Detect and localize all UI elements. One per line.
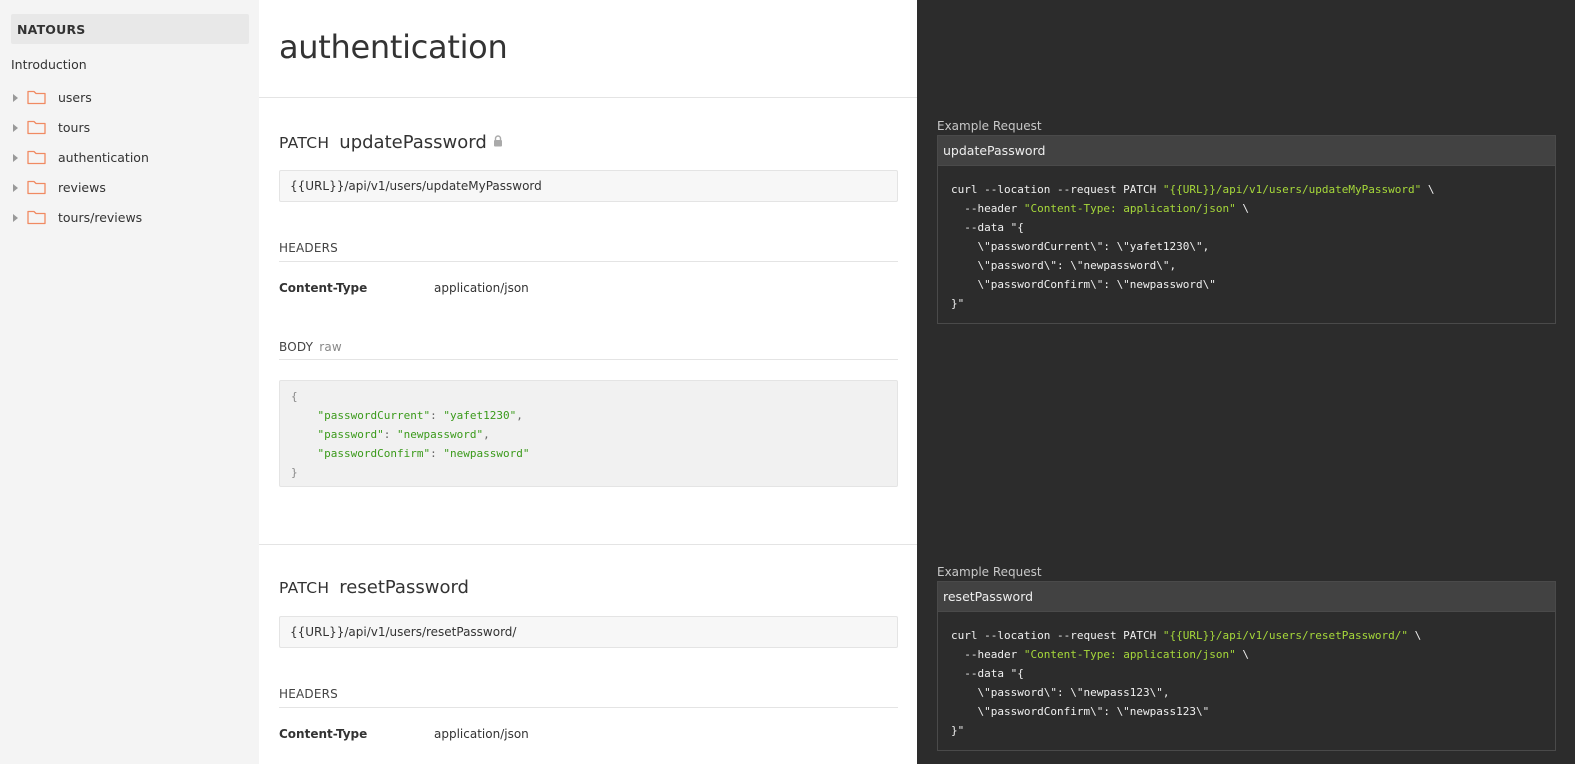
json-separator: : xyxy=(430,447,444,460)
sidebar-folder-label: tours/reviews xyxy=(58,210,143,225)
json-separator: : xyxy=(430,409,444,422)
page-title: authentication xyxy=(279,28,508,66)
code-text: --header xyxy=(951,202,1024,215)
sidebar: NATOURS Introduction users tours authent… xyxy=(0,0,259,764)
caret-right-icon[interactable] xyxy=(13,94,18,102)
json-separator: : xyxy=(383,428,397,441)
sidebar-folder-users[interactable]: users xyxy=(11,88,249,110)
example-code[interactable]: curl --location --request PATCH "{{URL}}… xyxy=(938,612,1555,750)
example-label: Example Request xyxy=(937,565,1042,579)
request-name: resetPassword xyxy=(339,577,469,598)
sidebar-folder-reviews[interactable]: reviews xyxy=(11,178,249,200)
folder-icon xyxy=(27,180,46,195)
code-string: "{{URL}}/api/v1/users/resetPassword/" xyxy=(1162,629,1408,642)
json-brace-open: { xyxy=(291,390,298,403)
sidebar-folder-label: reviews xyxy=(58,180,106,195)
folder-icon xyxy=(27,90,46,105)
json-key: "passwordConfirm" xyxy=(317,447,431,460)
body-label-text: BODY xyxy=(279,340,314,354)
code-text: \ xyxy=(1407,629,1422,642)
body-mode: raw xyxy=(319,340,342,354)
lock-icon xyxy=(493,131,503,147)
folder-icon xyxy=(27,210,46,225)
documentation-main: authentication PATCH updatePassword {{URL… xyxy=(259,0,917,764)
example-name[interactable]: resetPassword xyxy=(938,582,1555,612)
sidebar-item-introduction[interactable]: Introduction xyxy=(11,57,87,72)
code-text: \ xyxy=(1235,202,1250,215)
json-value: "yafet1230" xyxy=(443,409,517,422)
request-title: PATCH resetPassword xyxy=(279,577,469,598)
divider xyxy=(259,97,917,98)
code-string: "Content-Type: application/json" xyxy=(1023,648,1236,661)
sidebar-folder-label: tours xyxy=(58,120,91,135)
code-line: }" xyxy=(951,724,965,737)
code-text: curl --location --request PATCH xyxy=(951,183,1163,196)
divider xyxy=(279,359,898,360)
request-method: PATCH xyxy=(279,579,330,597)
sidebar-folder-label: authentication xyxy=(58,150,149,165)
folder-icon xyxy=(27,120,46,135)
caret-right-icon[interactable] xyxy=(13,124,18,132)
code-string: "{{URL}}/api/v1/users/updateMyPassword" xyxy=(1162,183,1422,196)
code-text: curl --location --request PATCH xyxy=(951,629,1163,642)
sidebar-folder-tours[interactable]: tours xyxy=(11,118,249,140)
json-punct: , xyxy=(483,428,490,441)
json-punct: , xyxy=(516,409,523,422)
header-value: application/json xyxy=(434,727,529,741)
json-line: "passwordCurrent": "yafet1230", xyxy=(291,406,897,425)
code-line: --header "Content-Type: application/json… xyxy=(951,645,1555,664)
header-key: Content-Type xyxy=(279,727,368,741)
json-value: "newpassword" xyxy=(396,428,484,441)
example-name[interactable]: updatePassword xyxy=(938,136,1555,166)
headers-label: HEADERS xyxy=(279,687,338,701)
code-line: \"passwordConfirm\": \"newpass123\" xyxy=(951,705,1210,718)
example-code[interactable]: curl --location --request PATCH "{{URL}}… xyxy=(938,166,1555,323)
sidebar-folder-authentication[interactable]: authentication xyxy=(11,148,249,170)
code-line: \"password\": \"newpassword\", xyxy=(951,259,1177,272)
json-line: "passwordConfirm": "newpassword" xyxy=(291,444,897,463)
divider xyxy=(279,261,898,262)
divider xyxy=(279,707,898,708)
code-text: \ xyxy=(1235,648,1250,661)
caret-right-icon[interactable] xyxy=(13,154,18,162)
request-name: updatePassword xyxy=(339,132,487,153)
body-label: BODY raw xyxy=(279,340,342,354)
divider xyxy=(259,544,917,545)
json-brace-close: } xyxy=(291,466,298,479)
json-line: "password": "newpassword", xyxy=(291,425,897,444)
code-line: \"passwordCurrent\": \"yafet1230\", xyxy=(951,240,1210,253)
caret-right-icon[interactable] xyxy=(13,184,18,192)
json-key: "passwordCurrent" xyxy=(317,409,431,422)
request-title: PATCH updatePassword xyxy=(279,131,503,153)
folder-icon xyxy=(27,150,46,165)
headers-label: HEADERS xyxy=(279,241,338,255)
sidebar-folder-label: users xyxy=(58,90,92,105)
code-line: curl --location --request PATCH "{{URL}}… xyxy=(951,180,1555,199)
json-value: "newpassword" xyxy=(443,447,530,460)
code-line: }" xyxy=(951,297,965,310)
code-line: --data "{ xyxy=(951,221,1024,234)
header-value: application/json xyxy=(434,281,529,295)
example-panel: Example Request updatePassword curl --lo… xyxy=(917,0,1575,764)
request-method: PATCH xyxy=(279,134,330,152)
caret-right-icon[interactable] xyxy=(13,214,18,222)
code-text: --header xyxy=(951,648,1024,661)
code-line: --header "Content-Type: application/json… xyxy=(951,199,1555,218)
header-key: Content-Type xyxy=(279,281,368,295)
example-label: Example Request xyxy=(937,119,1042,133)
json-key: "password" xyxy=(317,428,384,441)
code-line: \"password\": \"newpass123\", xyxy=(951,686,1170,699)
example-card: resetPassword curl --location --request … xyxy=(937,581,1556,751)
collection-title[interactable]: NATOURS xyxy=(11,14,249,44)
code-string: "Content-Type: application/json" xyxy=(1023,202,1236,215)
code-line: \"passwordConfirm\": \"newpassword\" xyxy=(951,278,1216,291)
code-text: \ xyxy=(1421,183,1435,196)
code-line: curl --location --request PATCH "{{URL}}… xyxy=(951,626,1555,645)
sidebar-folder-tours-reviews[interactable]: tours/reviews xyxy=(11,208,249,230)
example-card: updatePassword curl --location --request… xyxy=(937,135,1556,324)
request-body[interactable]: { "passwordCurrent": "yafet1230", "passw… xyxy=(279,380,898,487)
code-line: --data "{ xyxy=(951,667,1024,680)
request-url[interactable]: {{URL}}/api/v1/users/updateMyPassword xyxy=(279,170,898,202)
request-url[interactable]: {{URL}}/api/v1/users/resetPassword/ xyxy=(279,616,898,648)
